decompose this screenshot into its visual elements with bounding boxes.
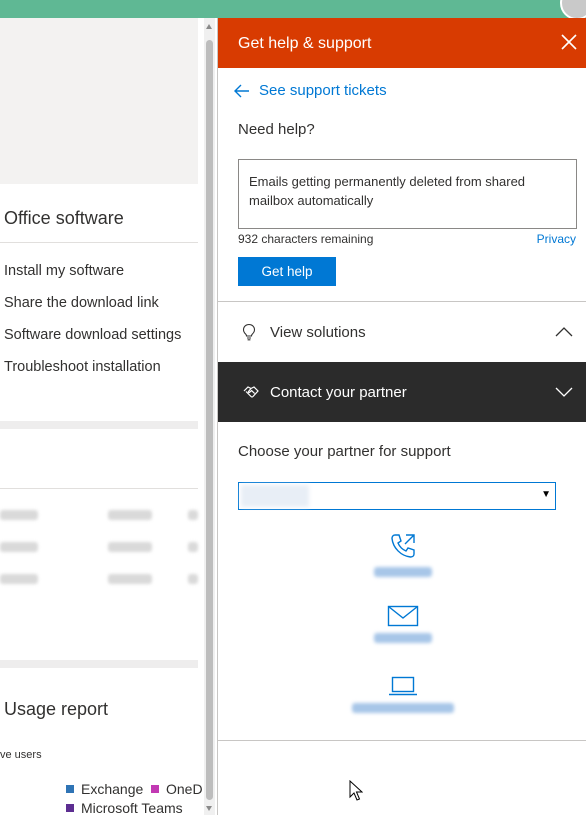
chevron-down-icon — [555, 387, 573, 397]
help-support-panel: Get help & support See support tickets N… — [217, 18, 586, 815]
install-software-link[interactable]: Install my software — [4, 263, 124, 279]
partner-email-value — [373, 633, 432, 643]
legend-swatch — [151, 785, 159, 793]
legend-exchange: Exchange — [66, 781, 143, 797]
legend-swatch — [66, 804, 74, 812]
contact-partner-accordion[interactable]: Contact your partner — [218, 362, 586, 422]
view-solutions-accordion[interactable]: View solutions — [218, 303, 586, 361]
usage-report-title: Usage report — [4, 699, 109, 719]
divider — [218, 301, 586, 302]
blurred-row[interactable] — [0, 571, 198, 585]
admin-center-background: Office software Install my software Shar… — [0, 18, 204, 815]
legend-teams: Microsoft Teams — [66, 800, 183, 815]
office-software-title: Office software — [4, 208, 124, 228]
panel-title: Get help & support — [238, 35, 372, 52]
chevron-up-icon — [555, 327, 573, 337]
need-help-heading: Need help? — [238, 121, 315, 138]
left-scrollbar[interactable] — [204, 18, 215, 815]
view-solutions-label: View solutions — [270, 323, 366, 341]
blurred-row[interactable] — [0, 507, 198, 521]
partner-phone[interactable] — [218, 531, 586, 582]
usage-subtitle: ve users — [0, 749, 42, 761]
help-question-input[interactable] — [238, 159, 577, 229]
divider — [218, 740, 586, 741]
partner-email[interactable] — [218, 605, 586, 648]
characters-remaining: 932 characters remaining — [238, 232, 374, 246]
avatar[interactable] — [560, 0, 586, 20]
partner-select[interactable]: ▼ — [238, 482, 556, 510]
share-download-link[interactable]: Share the download link — [4, 295, 159, 311]
partner-phone-value — [373, 567, 432, 577]
scroll-up-arrow-icon[interactable] — [206, 24, 212, 29]
see-support-tickets-link[interactable]: See support tickets — [234, 82, 387, 99]
choose-partner-label: Choose your partner for support — [238, 443, 451, 460]
see-support-tickets-label: See support tickets — [259, 82, 387, 99]
phone-icon — [390, 534, 415, 558]
card-separator — [0, 660, 198, 668]
panel-header: Get help & support — [218, 18, 586, 68]
partner-website[interactable] — [218, 675, 586, 718]
mouse-cursor-icon — [349, 780, 363, 801]
troubleshoot-installation-link[interactable]: Troubleshoot installation — [4, 359, 161, 375]
software-download-settings-link[interactable]: Software download settings — [4, 327, 181, 343]
close-icon[interactable] — [559, 32, 579, 52]
laptop-icon — [388, 676, 417, 696]
scroll-thumb[interactable] — [206, 40, 213, 800]
handshake-icon — [243, 386, 259, 398]
contact-partner-label: Contact your partner — [270, 383, 407, 401]
mail-icon — [387, 605, 418, 627]
placeholder-card — [0, 18, 198, 184]
back-arrow-icon — [234, 84, 249, 97]
blurred-row[interactable] — [0, 539, 198, 553]
privacy-link[interactable]: Privacy — [537, 232, 576, 246]
card-separator — [0, 421, 198, 429]
divider — [0, 488, 198, 489]
scroll-down-arrow-icon[interactable] — [206, 806, 212, 811]
legend-swatch — [66, 785, 74, 793]
partner-select-value — [241, 485, 309, 507]
get-help-button[interactable]: Get help — [238, 257, 336, 286]
top-app-bar — [0, 0, 586, 20]
partner-website-value — [351, 703, 454, 713]
lightbulb-icon — [242, 323, 256, 341]
dropdown-arrow-icon: ▼ — [541, 489, 551, 500]
legend-onedrive: OneD — [151, 781, 203, 797]
divider — [0, 242, 198, 243]
